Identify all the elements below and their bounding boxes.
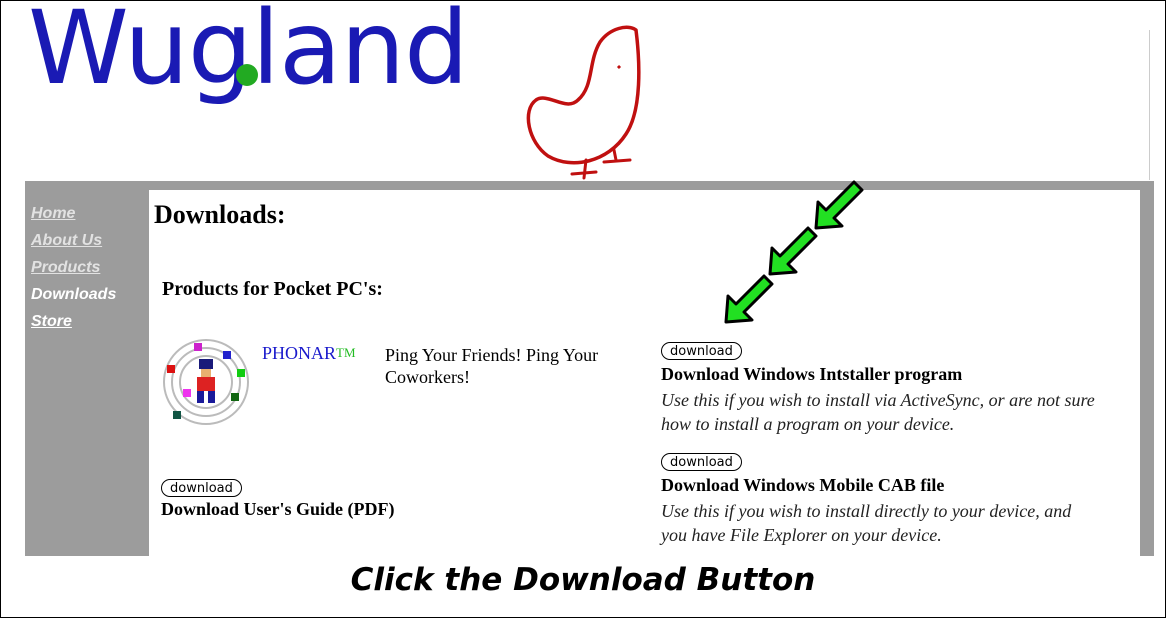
- cab-download-button[interactable]: download: [661, 453, 742, 471]
- installer-description: Use this if you wish to install via Acti…: [661, 390, 1095, 434]
- bird-logo-icon: [526, 25, 641, 180]
- nav-home-link[interactable]: Home: [31, 200, 116, 227]
- instruction-caption: Click the Download Button: [350, 562, 816, 598]
- scrollbar-edge: [1149, 30, 1156, 180]
- green-arrow-icon: [724, 274, 774, 324]
- user-guide-title: Download User's Guide (PDF): [161, 499, 395, 519]
- logo-green-dot: [236, 64, 258, 86]
- page-title: Downloads:: [154, 200, 286, 229]
- user-guide-download-button[interactable]: download: [161, 479, 242, 497]
- nav-store-link[interactable]: Store: [31, 308, 116, 335]
- nav-about-us-link[interactable]: About Us: [31, 227, 116, 254]
- cab-title: Download Windows Mobile CAB file: [661, 475, 945, 495]
- section-title: Products for Pocket PC's:: [162, 278, 383, 300]
- green-arrow-icon: [814, 180, 864, 230]
- trademark-mark: TM: [336, 345, 356, 360]
- installer-download-button[interactable]: download: [661, 342, 742, 360]
- installer-title: Download Windows Intstaller program: [661, 364, 963, 384]
- phonar-product-icon: [163, 339, 249, 425]
- main-content: Downloads: Products for Pocket PC's: PHO…: [149, 190, 1140, 556]
- cab-description: Use this if you wish to install directly…: [661, 501, 1072, 545]
- product-tagline: Ping Your Friends! Ping Your Coworkers!: [385, 345, 599, 387]
- nav-downloads-link[interactable]: Downloads: [31, 281, 116, 308]
- product-name[interactable]: PHONARTM: [262, 343, 356, 364]
- green-arrow-icon: [768, 226, 818, 276]
- nav-products-link[interactable]: Products: [31, 254, 116, 281]
- sidebar-nav: Home About Us Products Downloads Store: [31, 200, 116, 335]
